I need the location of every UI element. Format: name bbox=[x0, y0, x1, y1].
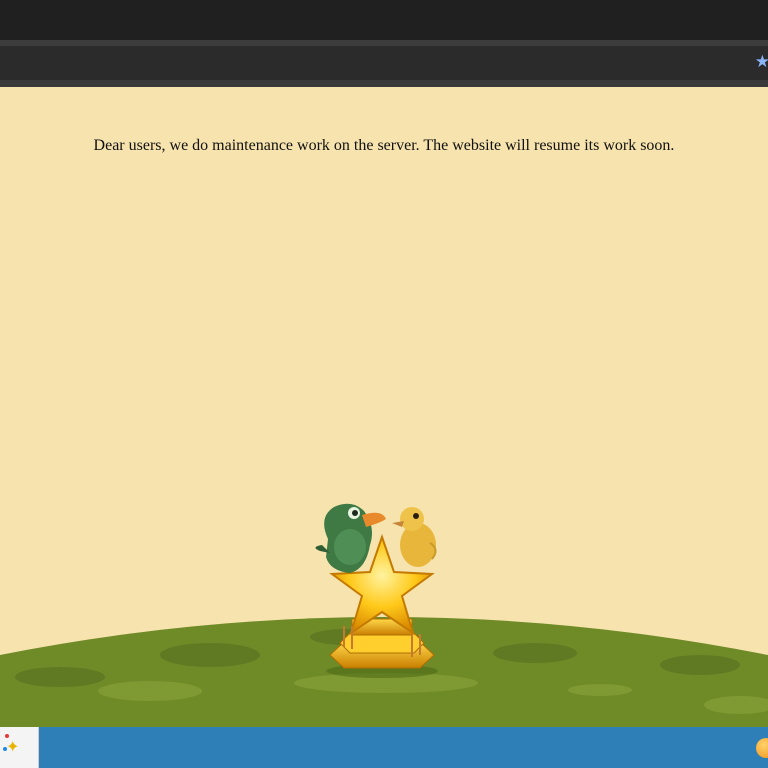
mascot-scene-illustration bbox=[0, 503, 768, 727]
star-icon[interactable]: ★ bbox=[755, 52, 768, 72]
sparkle-start-icon[interactable]: ✦ bbox=[0, 727, 39, 768]
sparkle-icon: ✦ bbox=[6, 737, 20, 756]
browser-title-bar bbox=[0, 0, 768, 40]
orange-orb-icon[interactable] bbox=[756, 738, 768, 758]
taskbar: ✦ bbox=[0, 727, 768, 768]
maintenance-message: Dear users, we do maintenance work on th… bbox=[93, 137, 675, 154]
page-content: Dear users, we do maintenance work on th… bbox=[0, 87, 768, 727]
browser-toolbar: ★ bbox=[0, 46, 768, 87]
